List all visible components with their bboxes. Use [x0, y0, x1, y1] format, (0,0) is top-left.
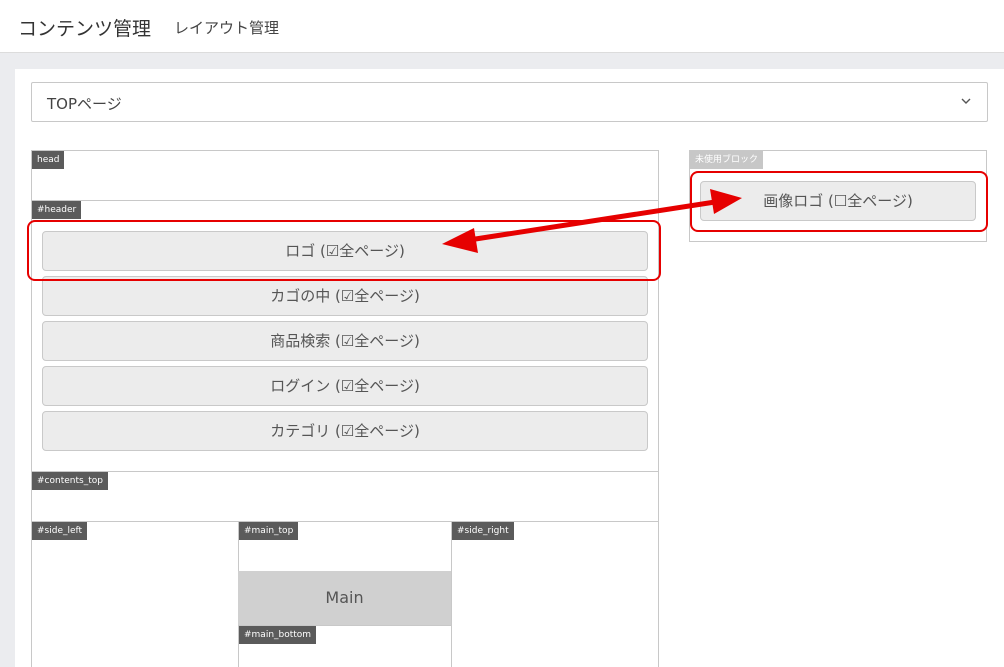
page-subtitle: レイアウト管理	[174, 19, 280, 37]
page-title: コンテンツ管理	[18, 18, 152, 40]
area-head[interactable]: head	[31, 150, 659, 201]
area-main-bottom[interactable]: #main_bottom	[238, 625, 452, 667]
area-label-head: head	[32, 151, 65, 169]
page-select[interactable]: TOPページ	[31, 82, 988, 122]
block-cart[interactable]: カゴの中 (☑全ページ)	[42, 276, 648, 316]
area-label-main-bottom: #main_bottom	[239, 626, 317, 644]
area-label-main-top: #main_top	[239, 522, 299, 540]
area-label-unused: 未使用ブロック	[690, 151, 764, 169]
top-bar: コンテンツ管理 レイアウト管理	[0, 0, 1004, 53]
highlight-image-logo-block	[690, 171, 988, 232]
chevron-down-icon	[961, 98, 971, 104]
area-label-side-right: #side_right	[452, 522, 514, 540]
area-contents-top[interactable]: #contents_top	[31, 471, 659, 522]
area-label-header: #header	[32, 201, 82, 219]
area-label-side-left: #side_left	[32, 522, 88, 540]
main-block: Main	[238, 571, 451, 625]
highlight-logo-block	[27, 220, 661, 281]
area-main-top[interactable]: #main_top	[238, 521, 452, 572]
block-login[interactable]: ログイン (☑全ページ)	[42, 366, 648, 406]
area-side-left[interactable]: #side_left	[31, 521, 239, 667]
area-side-right[interactable]: #side_right	[451, 521, 659, 667]
page-select-value: TOPページ	[47, 95, 122, 113]
block-search[interactable]: 商品検索 (☑全ページ)	[42, 321, 648, 361]
area-label-contents-top: #contents_top	[32, 472, 108, 490]
block-category[interactable]: カテゴリ (☑全ページ)	[42, 411, 648, 451]
